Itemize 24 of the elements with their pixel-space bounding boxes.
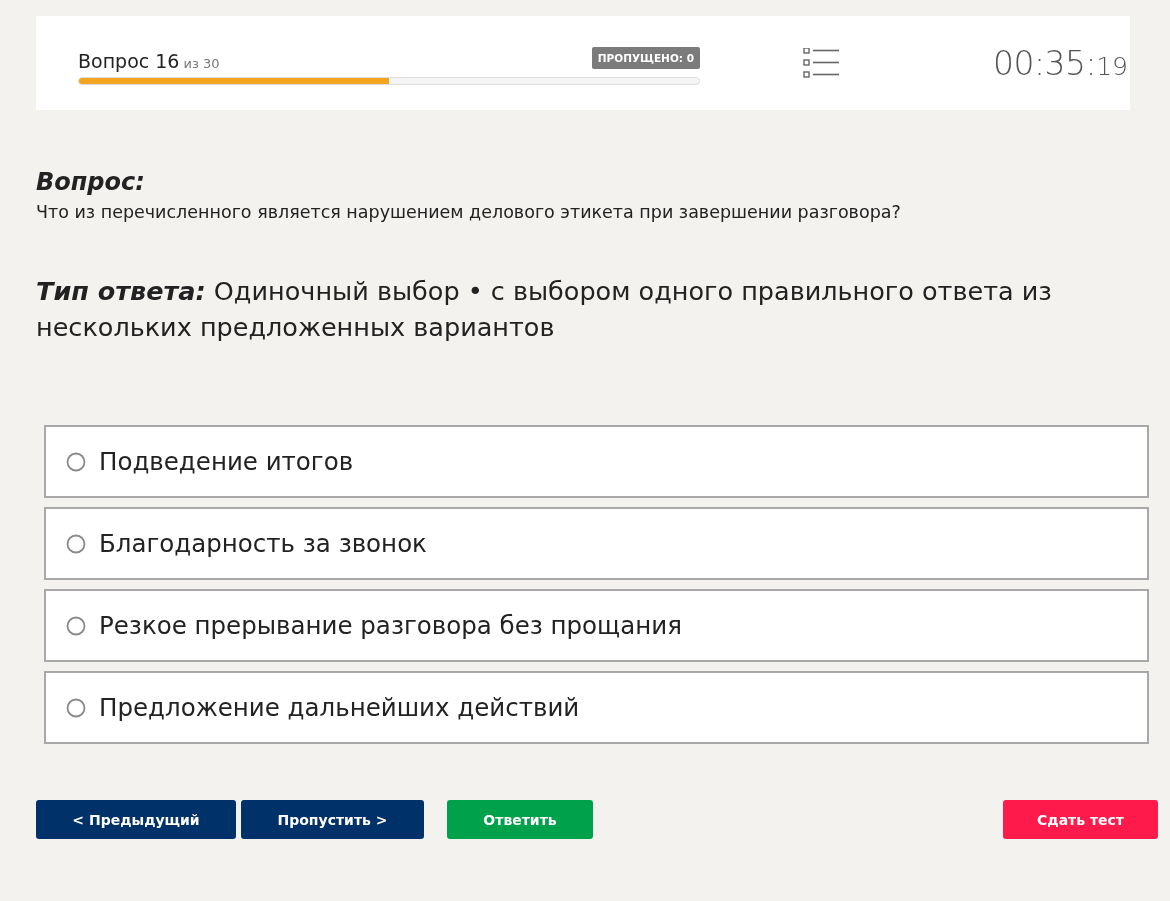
timer-seconds: 19 — [1096, 51, 1128, 81]
answer-option[interactable]: Благодарность за звонок — [44, 507, 1149, 580]
radio-icon[interactable] — [66, 615, 86, 636]
radio-icon[interactable] — [66, 697, 86, 718]
question-list-icon[interactable] — [803, 47, 839, 79]
option-label: Предложение дальнейших действий — [99, 693, 580, 722]
question-heading: Вопрос: — [36, 167, 145, 198]
answer-option[interactable]: Подведение итогов — [44, 425, 1149, 498]
question-number: Вопрос 16 — [78, 50, 180, 72]
nav-button[interactable]: Пропустить > — [241, 800, 424, 839]
option-label: Подведение итогов — [99, 447, 354, 476]
option-label: Благодарность за звонок — [99, 529, 427, 558]
answer-option[interactable]: Предложение дальнейших действий — [44, 671, 1149, 744]
timer-text: 00:35: — [992, 43, 1097, 83]
skipped-badge: ПРОПУЩЕНО: 0 — [591, 47, 700, 69]
option-label: Резкое прерывание разговора без прощания — [99, 611, 682, 640]
radio-icon[interactable] — [66, 533, 86, 554]
question-text: Что из перечисленного является нарушением делового этикета при завершении разговора? — [36, 201, 901, 223]
submit-button[interactable]: Сдать тест — [1003, 800, 1158, 839]
question-count: из 30 — [183, 56, 220, 71]
answer-type-text: Тип ответа: Одиночный выбор • с выбором одного правильного ответа из нескольких предложенных вариантов — [36, 275, 1053, 344]
nav-button[interactable]: < Предыдущий — [36, 800, 236, 839]
answer-option[interactable]: Резкое прерывание разговора без прощания — [44, 589, 1149, 662]
radio-icon[interactable] — [66, 451, 86, 472]
